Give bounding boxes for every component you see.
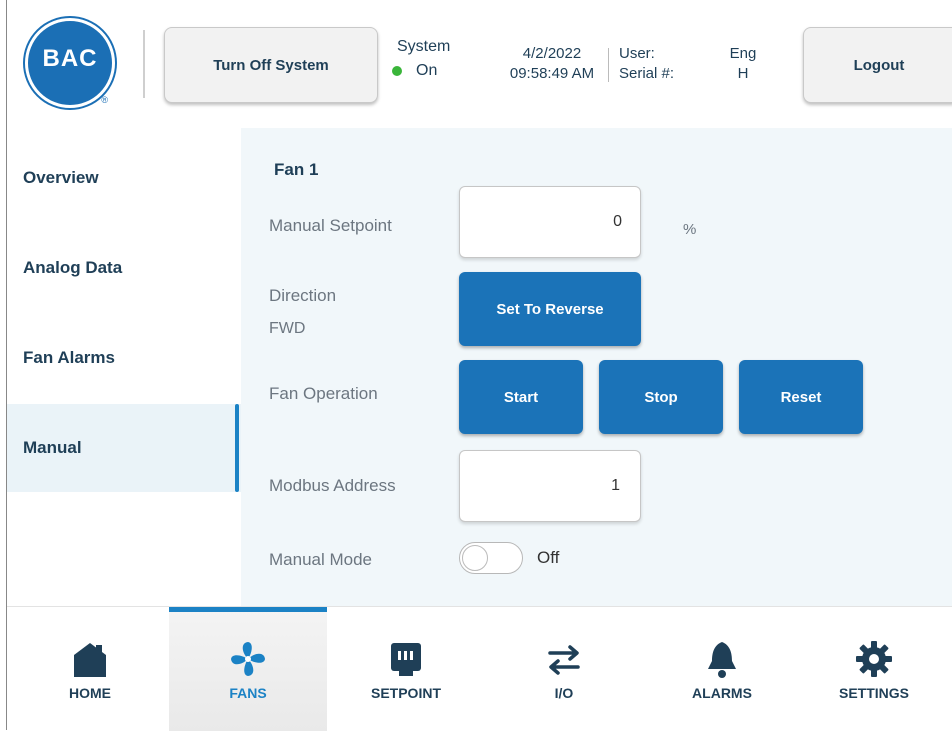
app-frame: BAC ® Turn Off System System On 4/2/2022…: [6, 0, 952, 731]
serial-value: H: [737, 65, 749, 82]
manual-setpoint-input[interactable]: 0: [459, 186, 641, 258]
nav-setpoint[interactable]: SETPOINT: [327, 607, 485, 731]
sidebar: Overview Analog Data Fan Alarms Manual: [7, 128, 241, 606]
section-title: Fan 1: [274, 160, 319, 179]
system-status: On: [392, 62, 437, 80]
nav-settings[interactable]: SETTINGS: [795, 607, 952, 731]
reset-button[interactable]: Reset: [739, 360, 863, 434]
fan-operation-label: Fan Operation: [269, 384, 378, 403]
nav-label: FANS: [229, 685, 267, 701]
system-label: System: [397, 38, 451, 55]
nav-label: ALARMS: [692, 685, 752, 701]
setpoint-unit: %: [683, 221, 697, 238]
logout-button[interactable]: Logout: [803, 27, 952, 103]
start-button[interactable]: Start: [459, 360, 583, 434]
datetime: 4/2/2022 09:58:49 AM: [497, 44, 607, 84]
gear-icon: [856, 641, 892, 677]
manual-mode-toggle[interactable]: [459, 542, 523, 574]
user-labels: User: Serial #:: [619, 44, 674, 84]
direction-value: FWD: [269, 320, 306, 337]
io-arrows-icon: [548, 645, 580, 675]
user-value: Eng: [729, 45, 757, 62]
sidebar-item-overview[interactable]: Overview: [7, 134, 241, 222]
nav-label: HOME: [69, 685, 111, 701]
sidebar-item-label: Analog Data: [23, 258, 123, 277]
sidebar-item-label: Manual: [23, 438, 82, 457]
sidebar-item-label: Fan Alarms: [23, 348, 115, 367]
fan-icon: [231, 642, 265, 676]
status-dot-icon: [392, 66, 402, 76]
manual-mode-state: Off: [537, 548, 560, 567]
nav-io[interactable]: I/O: [485, 607, 643, 731]
sidebar-item-manual[interactable]: Manual: [7, 404, 241, 492]
nav-label: I/O: [554, 685, 574, 701]
sidebar-active-indicator: [235, 404, 239, 492]
stop-button[interactable]: Stop: [599, 360, 723, 434]
logo-text: BAC: [42, 45, 98, 72]
bell-icon: [708, 642, 736, 678]
system-status-text: On: [416, 62, 438, 79]
nav-label: SETPOINT: [370, 685, 441, 701]
manual-setpoint-label: Manual Setpoint: [269, 216, 392, 235]
nav-active-bar: [169, 607, 327, 612]
nav-label: SETTINGS: [838, 685, 909, 701]
sidebar-item-fan-alarms[interactable]: Fan Alarms: [7, 314, 241, 402]
home-icon: [74, 643, 106, 677]
toggle-knob: [462, 545, 488, 571]
time-text: 09:58:49 AM: [509, 65, 595, 82]
setpoint-icon: [391, 643, 421, 676]
header-divider: [143, 30, 145, 98]
nav-home[interactable]: HOME: [11, 607, 169, 731]
date-text: 4/2/2022: [522, 45, 582, 62]
datetime-separator: [608, 48, 609, 82]
direction-label: Direction: [269, 286, 337, 305]
header: BAC ® Turn Off System System On 4/2/2022…: [7, 0, 952, 129]
registered-mark: ®: [101, 95, 108, 105]
turn-off-system-button[interactable]: Turn Off System: [164, 27, 378, 103]
nav-alarms[interactable]: ALARMS: [643, 607, 801, 731]
bottom-nav: HOME FANS SETPOINT I/O ALARMS SETTINGS: [7, 606, 952, 731]
modbus-address-input[interactable]: 1: [459, 450, 641, 522]
user-values: Eng H: [725, 44, 761, 84]
modbus-address-label: Modbus Address: [269, 476, 396, 495]
set-to-reverse-button[interactable]: Set To Reverse: [459, 272, 641, 346]
nav-fans[interactable]: FANS: [169, 607, 327, 731]
serial-label: Serial #:: [619, 65, 675, 82]
main-panel: Fan 1 Manual Setpoint 0 % Direction FWD …: [241, 128, 952, 606]
manual-mode-label: Manual Mode: [269, 550, 373, 569]
user-label: User:: [619, 45, 655, 62]
sidebar-item-analog-data[interactable]: Analog Data: [7, 224, 241, 312]
bac-logo: BAC ®: [25, 18, 115, 108]
sidebar-item-label: Overview: [23, 168, 99, 187]
